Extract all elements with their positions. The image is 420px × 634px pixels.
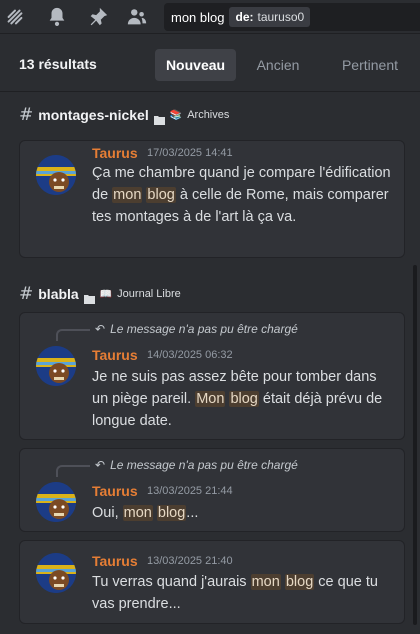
tab-oldest[interactable]: Ancien — [244, 49, 312, 81]
channel-name: montages-nickel — [38, 107, 149, 123]
search-results: # montages-nickel 📚 Archives Taurus 17/0… — [0, 93, 420, 634]
message-text: Je ne suis pas assez bête pour tomber da… — [92, 369, 383, 429]
threads-icon[interactable] — [4, 6, 26, 28]
reply-reference[interactable]: ↶ Le message n'a pas pu être chargé — [95, 458, 298, 472]
avatar[interactable] — [36, 553, 76, 593]
reply-note-text: Le message n'a pas pu être chargé — [110, 322, 298, 336]
search-highlight: blog — [156, 505, 187, 521]
tab-relevant[interactable]: Pertinent — [320, 49, 420, 81]
books-icon: 📚 — [169, 109, 183, 121]
timestamp: 13/03/2025 21:44 — [147, 485, 233, 497]
reply-connector — [56, 465, 90, 477]
author-name[interactable]: Taurus — [92, 553, 138, 569]
pin-icon[interactable] — [87, 6, 109, 28]
message-result[interactable]: Taurus 17/03/2025 14:41 Ça me chambre qu… — [19, 140, 405, 258]
message-text: Tu verras quand j'aurais mon blog ce que… — [92, 574, 378, 612]
message-result[interactable]: ↶ Le message n'a pas pu être chargé Taur… — [19, 312, 405, 440]
search-highlight: mon — [250, 574, 281, 590]
search-highlight: mon — [112, 187, 143, 203]
message-text: Oui, mon blog... — [92, 505, 199, 521]
category-name: Journal Libre — [117, 288, 181, 300]
bell-icon[interactable] — [46, 6, 68, 28]
avatar[interactable] — [36, 346, 76, 386]
top-bar: mon blog de: tauruso0 — [0, 0, 420, 34]
scrollbar[interactable] — [413, 265, 417, 625]
search-input[interactable]: mon blog de: tauruso0 — [164, 3, 420, 31]
reply-note-text: Le message n'a pas pu être chargé — [110, 458, 298, 472]
channel-name: blabla — [38, 286, 79, 302]
author-filter-chip[interactable]: de: tauruso0 — [229, 7, 311, 27]
author-name[interactable]: Taurus — [92, 347, 138, 363]
filter-key: de: — [235, 10, 254, 24]
open-book-icon: 📖 — [99, 288, 113, 300]
filter-value: tauruso0 — [257, 10, 305, 24]
message-text: Ça me chambre quand je compare l'édifica… — [92, 165, 391, 225]
category-name: Archives — [187, 109, 230, 121]
reply-arrow-icon: ↶ — [95, 458, 106, 472]
folder-icon — [153, 110, 165, 125]
search-highlight: blog — [229, 391, 259, 407]
result-count: 13 résultats — [19, 56, 97, 72]
message-result[interactable]: Taurus 13/03/2025 21:40 Tu verras quand … — [19, 540, 405, 624]
folder-icon — [83, 289, 95, 304]
timestamp: 17/03/2025 14:41 — [147, 147, 233, 159]
channel-group-header[interactable]: # montages-nickel 📚 Archives — [19, 105, 229, 125]
hash-icon: # — [19, 284, 34, 304]
search-highlight: mon — [122, 505, 153, 521]
search-query: mon blog — [171, 9, 225, 25]
message-result[interactable]: ↶ Le message n'a pas pu être chargé Taur… — [19, 448, 405, 532]
results-header: 13 résultats Nouveau Ancien Pertinent — [0, 38, 420, 92]
hash-icon: # — [19, 105, 34, 125]
avatar[interactable] — [36, 155, 76, 195]
search-highlight: Mon — [195, 391, 226, 407]
channel-group-header[interactable]: # blabla 📖 Journal Libre — [19, 284, 181, 304]
search-highlight: blog — [146, 187, 176, 203]
tab-newest[interactable]: Nouveau — [155, 49, 236, 81]
reply-arrow-icon: ↶ — [95, 322, 106, 336]
author-name[interactable]: Taurus — [92, 483, 138, 499]
reply-reference[interactable]: ↶ Le message n'a pas pu être chargé — [95, 322, 298, 336]
timestamp: 14/03/2025 06:32 — [147, 349, 233, 361]
author-name[interactable]: Taurus — [92, 145, 138, 161]
search-highlight: blog — [284, 574, 315, 590]
timestamp: 13/03/2025 21:40 — [147, 555, 233, 567]
reply-connector — [56, 329, 90, 341]
members-icon[interactable] — [126, 6, 148, 28]
avatar[interactable] — [36, 482, 76, 522]
